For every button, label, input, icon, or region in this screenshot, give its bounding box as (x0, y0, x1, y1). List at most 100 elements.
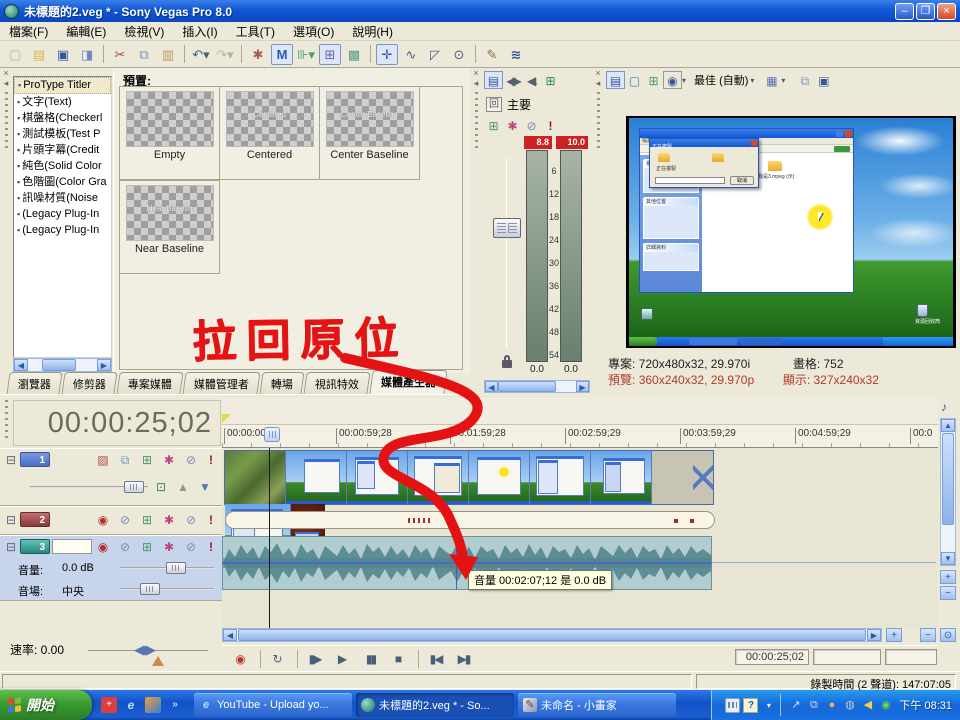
overlays-grid-icon[interactable]: ▦ (762, 71, 781, 89)
track-mute-icon[interactable]: ⊘ (182, 452, 200, 468)
make-compositing-parent-icon[interactable]: ▲ (174, 479, 192, 495)
generators-dock-grip[interactable]: ×◂ (0, 68, 12, 373)
generator-item[interactable]: ▪色階圖(Color Gra (14, 174, 111, 190)
track-collapse-icon[interactable]: ⊟ (2, 452, 20, 468)
copy-snapshot-icon[interactable]: ⧉ (795, 71, 814, 89)
video-output-fx-icon[interactable]: ⊞ (644, 71, 663, 89)
bus-solo-icon[interactable]: ! (541, 116, 560, 134)
menu-insert[interactable]: 插入(I) (173, 23, 226, 40)
record-button[interactable]: ◉ (228, 649, 253, 669)
normal-edit-tool-icon[interactable]: ✛ (376, 44, 398, 65)
zoom-tool-button[interactable]: ⊙ (940, 628, 956, 642)
generator-item[interactable]: ▪純色(Solid Color (14, 158, 111, 174)
track-height-zoom-in-button[interactable]: + (940, 570, 956, 584)
restore-button[interactable]: ❐ (916, 3, 935, 20)
auto-crossfade-icon[interactable]: M (271, 44, 293, 65)
master-bus-icon[interactable]: 回 (486, 97, 502, 112)
generator-item[interactable]: ▪片頭字幕(Credit (14, 142, 111, 158)
track-name-field[interactable] (52, 539, 92, 554)
task-paint[interactable]: ✎ 未命名 - 小畫家 (518, 693, 676, 717)
generator-item[interactable]: ▪棋盤格(Checkerl (14, 110, 111, 126)
scroll-left-icon[interactable]: ◀ (485, 381, 498, 392)
project-properties-icon[interactable]: ▤ (606, 71, 625, 89)
play-from-start-button[interactable]: ▮▶ (302, 649, 327, 669)
preview-quality-label[interactable]: 最佳 (自動) (694, 72, 748, 88)
insert-bus-icon[interactable]: ⊞ (541, 71, 560, 89)
volume-slider-handle[interactable] (166, 562, 186, 574)
scroll-right-icon[interactable]: ▶ (576, 381, 589, 392)
quicklaunch-media-icon[interactable] (145, 697, 161, 713)
close-button[interactable]: × (937, 3, 956, 20)
bypass-motion-blur-icon[interactable]: ▨ (94, 452, 112, 468)
track-motion-icon[interactable]: ⊡ (152, 479, 170, 495)
generator-item[interactable]: ▪測試模板(Test P (14, 126, 111, 142)
cursor-grip[interactable] (264, 427, 280, 442)
tray-update-icon[interactable]: ◍ (842, 698, 857, 713)
track-1-number[interactable]: 1 (20, 452, 50, 467)
preset-center-baseline[interactable]: Center Baseline Center Baseline (319, 86, 420, 180)
auto-ripple-icon[interactable]: ⊪▾ (295, 44, 317, 65)
track-fx-icon[interactable]: ⊞ (138, 452, 156, 468)
tab-trimmer[interactable]: 修剪器 (61, 372, 117, 394)
pan-slider-track[interactable] (120, 588, 214, 590)
snapping-icon[interactable]: ✱ (247, 44, 269, 65)
quicklaunch-ie-icon[interactable]: e (123, 697, 139, 713)
tray-network-icon[interactable]: ⧉ (806, 698, 821, 713)
track-automation-icon[interactable]: ✱ (160, 512, 178, 528)
lock-envelopes-icon[interactable]: ⊞ (319, 44, 341, 65)
tray-volume-icon[interactable]: ◀ (860, 698, 875, 713)
cut-icon[interactable]: ✂ (109, 44, 131, 65)
track-1-header[interactable]: ⊟ 1 ▨ ⧉ ⊞ ✱ ⊘ ! ⊡ ▲ ▼ (0, 448, 222, 506)
play-button[interactable]: ▶ (330, 649, 355, 669)
tab-transitions[interactable]: 轉場 (259, 372, 304, 394)
dim-output-icon[interactable]: ◀↓ (522, 71, 541, 89)
scroll-thumb[interactable] (498, 381, 556, 392)
timeline-zoom-in-button[interactable]: + (886, 628, 902, 642)
track-automation-icon[interactable]: ✱ (160, 452, 178, 468)
shuttle-handle[interactable]: ◀◆▶ (134, 642, 152, 658)
external-monitor-icon[interactable]: ▢ (625, 71, 644, 89)
scroll-down-icon[interactable]: ▼ (941, 552, 955, 565)
language-help-icon[interactable]: ? (743, 698, 758, 713)
menu-tools[interactable]: 工具(T) (227, 23, 284, 40)
track-mute-icon[interactable]: ⊘ (116, 512, 134, 528)
envelope-edit-tool-icon[interactable]: ∿ (400, 44, 422, 65)
preset-near-baseline[interactable]: Near Baselin Near Baseline (119, 180, 220, 274)
task-youtube[interactable]: e YouTube - Upload yo... (194, 693, 352, 717)
video-event[interactable] (224, 450, 714, 505)
split-screen-view-icon[interactable]: ◉ (663, 71, 682, 89)
open-icon[interactable]: ▤ (28, 44, 50, 65)
track-solo-icon[interactable]: ! (202, 512, 220, 528)
track-composite-mode-icon[interactable]: ⧉ (116, 452, 134, 468)
generator-item[interactable]: ▪訊噪材質(Noise (14, 190, 111, 206)
ignore-grouping-icon[interactable]: ▩ (343, 44, 365, 65)
track-mute-icon[interactable]: ⊘ (116, 539, 134, 555)
master-fader-handle[interactable] (493, 218, 521, 238)
lock-fader-icon[interactable] (502, 360, 512, 368)
track-automation-icon[interactable]: ✱ (160, 539, 178, 555)
tab-explorer[interactable]: 瀏覽器 (6, 372, 62, 394)
bus-fx-icon[interactable]: ⊞ (484, 116, 503, 134)
menu-view[interactable]: 檢視(V) (115, 23, 173, 40)
undo-icon[interactable]: ↶▾ (190, 44, 212, 65)
menu-help[interactable]: 說明(H) (343, 23, 402, 40)
scroll-up-icon[interactable]: ▲ (941, 419, 955, 432)
language-keyboard-icon[interactable] (725, 698, 740, 713)
track-fx-icon[interactable]: ⊞ (138, 539, 156, 555)
scroll-right-icon[interactable]: ▶ (867, 629, 881, 641)
timeline-vscrollbar[interactable]: ▲ ▼ (940, 418, 956, 566)
generator-item[interactable]: ▪(Legacy Plug-In (14, 206, 111, 222)
timecode-display[interactable]: 00:00:25;02 (13, 400, 221, 446)
copy-icon[interactable]: ⧉ (133, 44, 155, 65)
tab-project-media[interactable]: 專案媒體 (116, 372, 183, 394)
transport-timecode-box[interactable]: 00:00:25;02 (735, 649, 809, 665)
save-snapshot-icon[interactable]: ▣ (814, 71, 833, 89)
render-as-icon[interactable]: ◨ (76, 44, 98, 65)
preview-dock-grip[interactable]: ×◂ (592, 68, 604, 373)
track-3-header[interactable]: ⊟ 3 ◉ ⊘ ⊞ ✱ ⊘ ! 音量: 0.0 dB 音場: 中央 (0, 535, 222, 601)
mixer-hscrollbar[interactable]: ◀ ▶ (484, 380, 590, 393)
tray-messenger-icon[interactable]: ● (824, 698, 839, 713)
generator-list-hscrollbar[interactable]: ◀ ▶ (13, 358, 112, 372)
paste-icon[interactable]: ▥ (157, 44, 179, 65)
track-solo-icon[interactable]: ! (202, 539, 220, 555)
